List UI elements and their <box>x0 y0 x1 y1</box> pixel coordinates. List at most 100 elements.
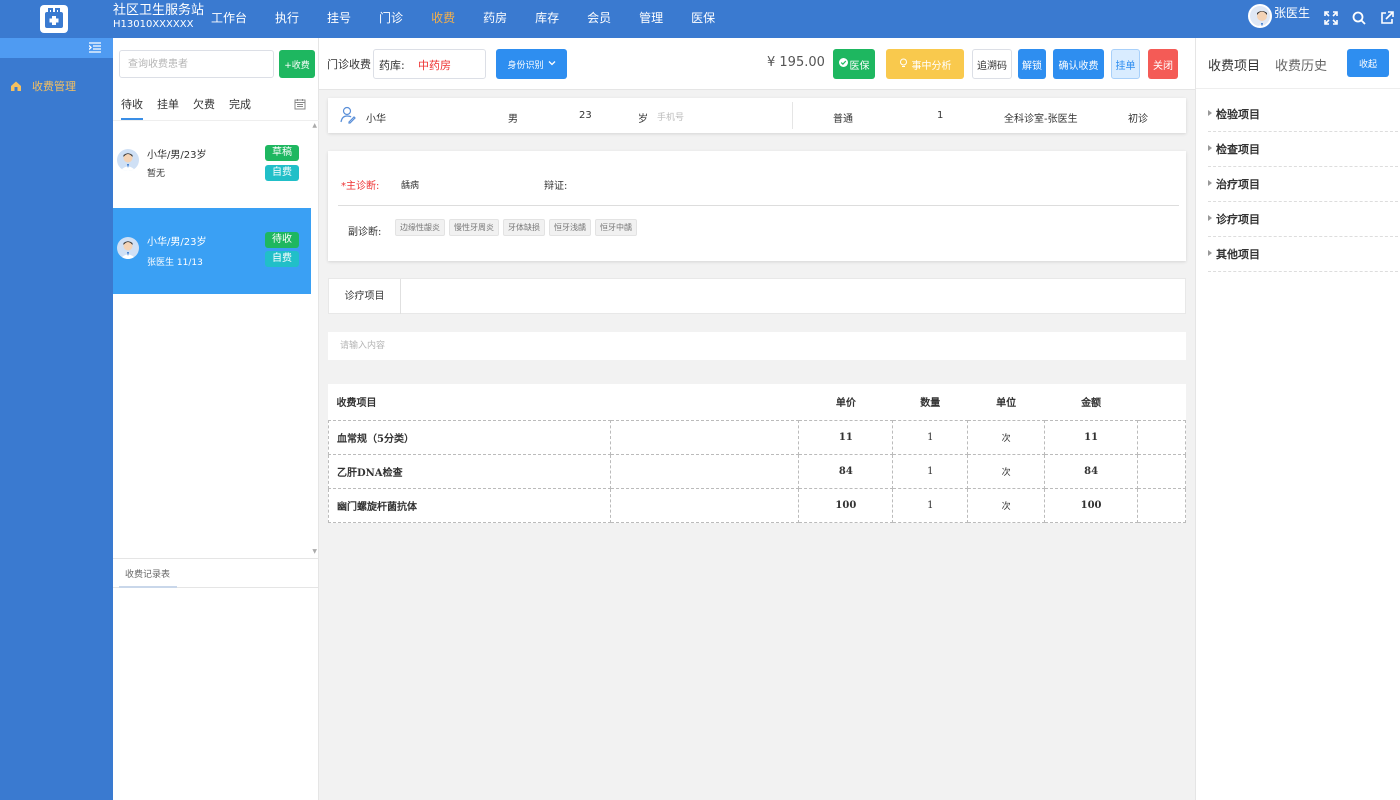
nav-item-register[interactable]: 挂号 <box>327 0 351 38</box>
nav-item-charge[interactable]: 收费 <box>431 0 455 38</box>
right-panel: 收费项目 收费历史 收起 检验项目 检查项目 治疗项目 诊疗项目 其他项目 <box>1195 38 1400 800</box>
confirm-charge-button[interactable]: 确认收费 <box>1053 49 1104 79</box>
payment-badge: 自费 <box>265 165 299 181</box>
phone-field[interactable]: 手机号 <box>657 110 684 123</box>
category-label: 检查项目 <box>1216 143 1260 156</box>
category-label: 检验项目 <box>1216 108 1260 121</box>
cell-actions[interactable] <box>1137 487 1186 523</box>
cell-actions[interactable] <box>1137 419 1186 455</box>
analysis-label: 事中分析 <box>911 60 952 72</box>
patient-list-panel: +收费 待收 挂单 欠费 完成 ▲ 小华/男/23岁 暂无 草稿 自费 小华/男… <box>113 38 319 800</box>
unlock-button[interactable]: 解锁 <box>1018 49 1046 79</box>
age-unit: 岁 <box>638 114 648 125</box>
cell-actions[interactable] <box>1137 453 1186 489</box>
hang-order-button[interactable]: 挂单 <box>1111 49 1140 79</box>
cell-blank <box>609 487 800 523</box>
station-info: 社区卫生服务站 H13010XXXXXX <box>113 4 204 32</box>
charge-records: 收费记录表 <box>113 558 319 588</box>
visit-kind: 初诊 <box>1128 114 1148 125</box>
cell-qty[interactable]: 1 <box>892 419 969 455</box>
id-recognition-button[interactable]: 身份识别 <box>496 49 567 79</box>
visit-type: 普通 <box>833 114 853 125</box>
category-treatment-items[interactable]: 治疗项目 <box>1208 167 1398 202</box>
item-search-input[interactable] <box>328 332 1186 360</box>
cell-amount: 84 <box>1044 453 1139 489</box>
column-header-price: 单价 <box>835 398 856 410</box>
table-row[interactable]: 血常规（5分类） 11 1 次 11 <box>328 419 1186 455</box>
user-name[interactable]: 张医生 <box>1274 4 1310 21</box>
top-icons <box>1314 8 1398 28</box>
patient-search-input[interactable] <box>119 50 274 78</box>
tab-pending[interactable]: 待收 <box>121 96 143 120</box>
scroll-up-icon[interactable]: ▲ <box>312 122 317 129</box>
main-diagnosis-label: *主诊断: <box>341 181 380 192</box>
user-avatar[interactable] <box>1248 4 1272 28</box>
tab-treatment-items[interactable]: 诊疗项目 <box>329 279 401 314</box>
search-icon[interactable] <box>1348 8 1370 28</box>
add-charge-button[interactable]: +收费 <box>279 50 315 78</box>
external-link-icon[interactable] <box>1376 8 1398 28</box>
tab-hold[interactable]: 挂单 <box>157 96 179 120</box>
sidebar: 收费管理 <box>0 38 113 800</box>
category-diagnosis-items[interactable]: 诊疗项目 <box>1208 202 1398 237</box>
sidebar-collapse-bar[interactable] <box>0 38 113 58</box>
nav-item-pharmacy[interactable]: 药房 <box>483 0 507 38</box>
nav-item-outpatient[interactable]: 门诊 <box>379 0 403 38</box>
column-header-item: 收费项目 <box>336 398 377 410</box>
total-price: ¥ 195.00 <box>767 55 825 70</box>
pharmacy-label: 药库: <box>379 59 405 72</box>
user-edit-icon[interactable] <box>340 106 356 127</box>
app-logo[interactable] <box>40 5 68 33</box>
table-row[interactable]: 幽门螺旋杆菌抗体 100 1 次 100 <box>328 487 1186 523</box>
patient-card-selected[interactable]: 小华/男/23岁 张医生 11/13 待收 自费 <box>113 208 311 294</box>
nav-item-inventory[interactable]: 库存 <box>535 0 559 38</box>
insurance-button[interactable]: 医保 <box>833 49 875 79</box>
pharmacy-select[interactable]: 药库: 中药房 <box>373 49 486 79</box>
cell-amount: 100 <box>1044 487 1139 523</box>
patient-gender: 男 <box>508 114 518 125</box>
nav-item-workbench[interactable]: 工作台 <box>211 0 247 38</box>
collapse-button[interactable]: 收起 <box>1347 49 1389 77</box>
calendar-icon[interactable] <box>294 98 306 113</box>
nav-item-insurance[interactable]: 医保 <box>691 0 715 38</box>
user-menu[interactable]: 张医生 <box>1248 4 1310 28</box>
nav-item-execute[interactable]: 执行 <box>275 0 299 38</box>
charge-toolbar: 门诊收费 药库: 中药房 身份识别 ¥ 195.00 医保 事中分析 追溯码 解… <box>319 38 1195 90</box>
category-exam-items[interactable]: 检查项目 <box>1208 132 1398 167</box>
top-bar: 社区卫生服务站 H13010XXXXXX 工作台 执行 挂号 门诊 收费 药房 … <box>0 0 1400 38</box>
scroll-down-icon[interactable]: ▼ <box>312 548 317 555</box>
sidebar-item-charge-management[interactable]: 收费管理 <box>10 78 76 94</box>
station-code: H13010XXXXXX <box>113 19 194 30</box>
patient-avatar <box>117 237 139 259</box>
category-other-items[interactable]: 其他项目 <box>1208 237 1398 272</box>
analysis-button[interactable]: 事中分析 <box>886 49 964 79</box>
station-name: 社区卫生服务站 <box>113 3 205 18</box>
diagnosis-tag: 慢性牙周炎 <box>449 219 499 236</box>
category-lab-items[interactable]: 检验项目 <box>1208 97 1398 132</box>
close-button[interactable]: 关闭 <box>1148 49 1178 79</box>
patient-sub: 张医生 11/13 <box>147 258 203 268</box>
diagnosis-divider <box>338 205 1179 206</box>
records-title[interactable]: 收费记录表 <box>125 567 170 580</box>
trace-code-button[interactable]: 追溯码 <box>972 49 1012 79</box>
pharmacy-value[interactable]: 中药房 <box>418 57 451 73</box>
nav-item-member[interactable]: 会员 <box>587 0 611 38</box>
tab-done[interactable]: 完成 <box>229 96 251 120</box>
cell-qty[interactable]: 1 <box>892 453 969 489</box>
category-label: 治疗项目 <box>1216 178 1260 191</box>
nav-item-manage[interactable]: 管理 <box>639 0 663 38</box>
diagnosis-tag: 恒牙中龋 <box>595 219 637 236</box>
secondary-diagnosis-tags: 边缘性龈炎 慢性牙周炎 牙体缺损 恒牙浅龋 恒牙中龋 <box>395 219 641 236</box>
records-underline <box>119 586 177 588</box>
cell-qty[interactable]: 1 <box>892 487 969 523</box>
table-row[interactable]: 乙肝DNA检查 84 1 次 84 <box>328 453 1186 489</box>
menu-fold-icon[interactable] <box>88 42 101 56</box>
main-diagnosis-value: 龋病 <box>401 181 420 191</box>
tab-charge-history[interactable]: 收费历史 <box>1275 55 1327 74</box>
diagnosis-tag: 牙体缺损 <box>503 219 545 236</box>
tab-arrears[interactable]: 欠费 <box>193 96 215 120</box>
fullscreen-icon[interactable] <box>1320 8 1342 28</box>
tab-charge-items[interactable]: 收费项目 <box>1208 55 1260 74</box>
secondary-diagnosis-label: 副诊断: <box>348 227 382 238</box>
cell-unit: 次 <box>967 419 1046 455</box>
